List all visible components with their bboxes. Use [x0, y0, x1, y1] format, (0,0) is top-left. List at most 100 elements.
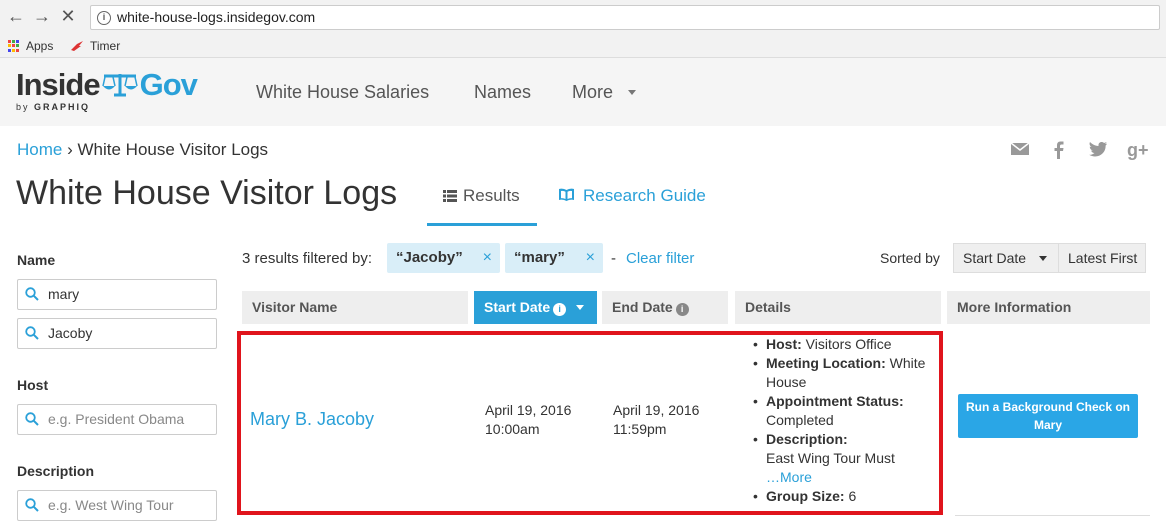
visitor-name-link[interactable]: Mary B. Jacoby [250, 409, 374, 430]
breadcrumb-separator: › [67, 140, 73, 159]
tab-results-label: Results [463, 186, 520, 205]
timer-bird-icon [71, 41, 83, 51]
book-icon [559, 188, 574, 201]
bookmark-label: Apps [26, 39, 54, 53]
bookmark-timer[interactable]: Timer [70, 39, 120, 53]
detail-value: Visitors Office [805, 336, 892, 352]
column-header-more-information: More Information [947, 291, 1150, 324]
detail-group-size: Group Size: 6 [750, 487, 935, 506]
name-filter-input-jacoby[interactable]: Jacoby [17, 318, 217, 349]
detail-value: 6 [848, 488, 857, 504]
breadcrumb-current: White House Visitor Logs [77, 140, 269, 159]
end-date: April 19, 2016 [613, 402, 700, 418]
end-time: 11:59pm [613, 421, 667, 437]
column-header-label: Start Date [484, 299, 551, 315]
stop-loading-icon[interactable]: ✕ [58, 6, 78, 26]
column-header-details: Details [735, 291, 941, 324]
breadcrumb: Home › White House Visitor Logs [17, 140, 268, 160]
search-icon [25, 498, 39, 512]
detail-host: Host: Visitors Office [750, 335, 935, 354]
column-header-visitor-name[interactable]: Visitor Name [242, 291, 468, 324]
logo-graphiq-text: GRAPHIQ [34, 102, 91, 112]
nav-more[interactable]: More [572, 82, 637, 103]
logo-by-text: by [16, 102, 30, 112]
detail-key: Host: [766, 336, 802, 352]
search-icon [25, 287, 39, 301]
back-arrow-icon[interactable]: ← [6, 6, 26, 26]
description-more-link[interactable]: …More [766, 469, 812, 485]
detail-key: Description: [766, 431, 848, 447]
bookmarks-bar: Apps Timer [0, 34, 1166, 58]
search-icon [25, 326, 39, 340]
description-filter-placeholder: e.g. West Wing Tour [48, 497, 174, 513]
filter-chip-label: “Jacoby” [396, 249, 463, 266]
caret-down-icon [628, 90, 637, 95]
bookmark-apps[interactable]: Apps [8, 39, 53, 53]
filter-chip-mary: “mary” × [505, 243, 603, 273]
nav-names[interactable]: Names [474, 82, 531, 103]
clear-filter-link[interactable]: Clear filter [626, 250, 694, 267]
row-divider [955, 515, 1150, 516]
address-bar[interactable]: i white-house-logs.insidegov.com [90, 5, 1160, 30]
start-time: 10:00am [485, 421, 540, 437]
description-filter-input[interactable]: e.g. West Wing Tour [17, 490, 217, 521]
url-text: white-house-logs.insidegov.com [117, 9, 316, 25]
background-check-button[interactable]: Run a Background Check on Mary [958, 394, 1138, 438]
apps-grid-icon [8, 40, 20, 52]
description-filter-label: Description [17, 463, 95, 479]
start-date: April 19, 2016 [485, 402, 572, 418]
email-share-icon[interactable] [1010, 141, 1030, 157]
breadcrumb-home-link[interactable]: Home [17, 140, 62, 159]
name-filter-input-mary[interactable]: mary [17, 279, 217, 310]
info-icon[interactable]: i [675, 303, 689, 316]
filter-chip-jacoby: “Jacoby” × [387, 243, 500, 273]
results-summary: 3 results filtered by: [242, 250, 373, 267]
site-header: Inside Gov by GRAPHIQ White House Salari… [0, 58, 1166, 126]
bookmark-label: Timer [90, 39, 121, 53]
sort-field-value: Start Date [963, 250, 1027, 266]
detail-description: Description: East Wing Tour Must …More [750, 430, 935, 487]
column-header-end-date[interactable]: End Date i [602, 291, 728, 324]
filter-separator: - [611, 250, 616, 267]
list-icon [443, 190, 457, 202]
detail-key: Group Size: [766, 488, 845, 504]
forward-arrow-icon[interactable]: → [32, 6, 52, 26]
facebook-share-icon[interactable] [1052, 141, 1064, 159]
host-filter-placeholder: e.g. President Obama [48, 411, 185, 427]
page-title: White House Visitor Logs [16, 174, 398, 212]
tab-results[interactable]: Results [427, 186, 537, 226]
sort-order-button[interactable]: Latest First [1058, 243, 1146, 273]
host-filter-input[interactable]: e.g. President Obama [17, 404, 217, 435]
name-filter-label: Name [17, 252, 56, 268]
sort-field-dropdown[interactable]: Start Date [953, 243, 1059, 273]
name-filter-value: Jacoby [48, 325, 93, 341]
info-icon[interactable]: i [553, 303, 567, 316]
logo-inside-text: Inside [16, 67, 101, 102]
site-info-icon[interactable]: i [97, 11, 111, 25]
column-header-start-date[interactable]: Start Date i [474, 291, 597, 324]
twitter-share-icon[interactable] [1088, 141, 1108, 157]
host-filter-label: Host [17, 377, 49, 393]
nav-more-label: More [572, 82, 614, 102]
remove-filter-icon[interactable]: × [586, 243, 595, 273]
detail-meeting-location: Meeting Location: White House [750, 354, 935, 392]
scale-icon [101, 74, 138, 97]
detail-key: Meeting Location: [766, 355, 886, 371]
logo-gov-text: Gov [139, 67, 198, 102]
filter-chip-label: “mary” [514, 249, 565, 266]
remove-filter-icon[interactable]: × [483, 243, 492, 273]
tab-research-guide-label: Research Guide [583, 186, 706, 205]
sort-caret-icon [576, 305, 585, 310]
detail-value: East Wing Tour Must [766, 450, 895, 466]
end-date-cell: April 19, 2016 11:59pm [613, 401, 699, 439]
google-plus-share-icon[interactable]: g+ [1127, 140, 1149, 161]
sorted-by-label: Sorted by [880, 250, 940, 266]
tab-research-guide[interactable]: Research Guide [558, 186, 706, 206]
start-date-cell: April 19, 2016 10:00am [485, 401, 571, 439]
detail-key: Appointment Status: [766, 393, 904, 409]
detail-appointment-status: Appointment Status: Completed [750, 392, 935, 430]
browser-toolbar: ← → ✕ i white-house-logs.insidegov.com [0, 0, 1166, 34]
search-icon [25, 412, 39, 426]
insidegov-logo[interactable]: Inside Gov by GRAPHIQ [16, 67, 198, 113]
nav-white-house-salaries[interactable]: White House Salaries [256, 82, 429, 103]
